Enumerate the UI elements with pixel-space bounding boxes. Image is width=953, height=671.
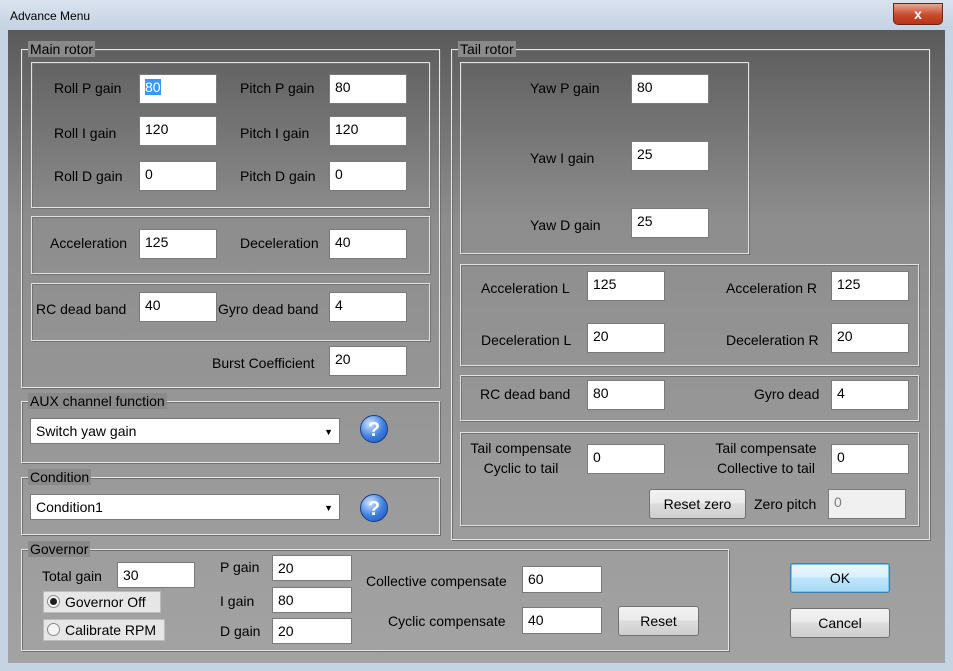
main-rotor-legend: Main rotor: [28, 41, 96, 57]
zero-pitch-label: Zero pitch: [754, 496, 817, 512]
roll-i-label: Roll I gain: [54, 125, 117, 141]
comp-collective-input[interactable]: 0: [831, 444, 909, 474]
ok-button[interactable]: OK: [790, 563, 890, 593]
condition-help-icon[interactable]: ?: [360, 494, 388, 522]
cancel-button[interactable]: Cancel: [790, 608, 890, 638]
acceleration-r-label: Acceleration R: [726, 280, 818, 296]
pitch-i-label: Pitch I gain: [240, 125, 310, 141]
tail-rc-dead-band-label: RC dead band: [480, 386, 571, 402]
gov-p-gain-label: P gain: [220, 559, 260, 575]
collective-compensate-label: Collective compensate: [366, 573, 507, 589]
calibrate-rpm-radio[interactable]: Calibrate RPM: [43, 619, 165, 641]
close-button[interactable]: x: [893, 3, 943, 25]
governor-legend: Governor: [28, 541, 91, 557]
aux-channel-select[interactable]: Switch yaw gain ▼: [30, 418, 340, 444]
acceleration-l-label: Acceleration L: [481, 280, 570, 296]
deceleration-l-input[interactable]: 20: [587, 323, 665, 353]
gov-d-gain-label: D gain: [220, 623, 261, 639]
deceleration-r-label: Deceleration R: [726, 332, 819, 348]
comp-cyclic-label-line2: Cyclic to tail: [483, 460, 559, 476]
window-frame-bottom: [0, 663, 953, 671]
cyclic-compensate-label: Cyclic compensate: [388, 613, 506, 629]
yaw-p-input[interactable]: 80: [631, 74, 709, 104]
condition-select[interactable]: Condition1 ▼: [30, 494, 340, 520]
roll-p-label: Roll P gain: [54, 80, 122, 96]
governor-reset-button[interactable]: Reset: [618, 606, 699, 636]
acceleration-input[interactable]: 125: [139, 229, 217, 259]
burst-coefficient-label: Burst Coefficient: [212, 355, 315, 371]
pitch-i-input[interactable]: 120: [329, 116, 407, 146]
window-frame-right: [945, 30, 953, 671]
rc-dead-band-input[interactable]: 40: [139, 292, 217, 322]
condition-legend: Condition: [28, 469, 92, 485]
roll-d-label: Roll D gain: [54, 168, 123, 184]
window-title: Advance Menu: [10, 9, 91, 23]
radio-unselected-icon: [47, 623, 60, 636]
rc-dead-band-label: RC dead band: [36, 301, 127, 317]
yaw-i-label: Yaw I gain: [530, 150, 595, 166]
total-gain-input[interactable]: 30: [117, 562, 195, 588]
title-bar: Advance Menu x: [0, 0, 953, 30]
aux-help-icon[interactable]: ?: [360, 415, 388, 443]
gov-i-gain-label: I gain: [220, 593, 255, 609]
acceleration-label: Acceleration: [50, 235, 128, 251]
yaw-p-label: Yaw P gain: [530, 80, 600, 96]
yaw-i-input[interactable]: 25: [631, 141, 709, 171]
gov-p-gain-input[interactable]: 20: [272, 555, 352, 581]
comp-cyclic-label-line1: Tail compensate: [470, 440, 572, 456]
comp-cyclic-input[interactable]: 0: [587, 444, 665, 474]
roll-i-input[interactable]: 120: [139, 116, 217, 146]
burst-coefficient-input[interactable]: 20: [329, 346, 407, 376]
pitch-p-label: Pitch P gain: [240, 80, 315, 96]
gov-d-gain-input[interactable]: 20: [272, 618, 352, 644]
roll-p-value: 80: [145, 79, 161, 95]
window-frame-left: [0, 30, 8, 671]
deceleration-l-label: Deceleration L: [481, 332, 572, 348]
deceleration-input[interactable]: 40: [329, 229, 407, 259]
aux-channel-value: Switch yaw gain: [36, 423, 137, 439]
tail-rc-dead-band-input[interactable]: 80: [587, 380, 665, 410]
pitch-d-input[interactable]: 0: [329, 161, 407, 191]
dropdown-arrow-icon: ▼: [324, 427, 333, 437]
gyro-dead-band-input[interactable]: 4: [329, 292, 407, 322]
aux-channel-legend: AUX channel function: [28, 393, 167, 409]
calibrate-rpm-label: Calibrate RPM: [65, 622, 157, 638]
cyclic-compensate-input[interactable]: 40: [522, 607, 602, 634]
zero-pitch-input: 0: [828, 489, 906, 519]
pitch-d-label: Pitch D gain: [240, 168, 316, 184]
yaw-d-input[interactable]: 25: [631, 208, 709, 238]
gov-i-gain-input[interactable]: 80: [272, 587, 352, 613]
pitch-p-input[interactable]: 80: [329, 74, 407, 104]
deceleration-r-input[interactable]: 20: [831, 323, 909, 353]
gyro-dead-band-label: Gyro dead band: [218, 301, 319, 317]
radio-selected-icon: [47, 595, 60, 608]
collective-compensate-input[interactable]: 60: [522, 566, 602, 593]
roll-p-input[interactable]: 80: [139, 74, 217, 104]
reset-zero-button[interactable]: Reset zero: [649, 489, 746, 519]
deceleration-label: Deceleration: [240, 235, 319, 251]
governor-off-label: Governor Off: [65, 594, 146, 610]
tail-gyro-dead-label: Gyro dead: [754, 386, 820, 402]
roll-d-input[interactable]: 0: [139, 161, 217, 191]
acceleration-l-input[interactable]: 125: [587, 271, 665, 301]
yaw-d-label: Yaw D gain: [530, 217, 601, 233]
comp-collective-label-line2: Collective to tail: [716, 460, 816, 476]
condition-value: Condition1: [36, 499, 103, 515]
governor-off-radio[interactable]: Governor Off: [43, 591, 161, 613]
tail-gyro-dead-input[interactable]: 4: [831, 380, 909, 410]
acceleration-r-input[interactable]: 125: [831, 271, 909, 301]
comp-collective-label-line1: Tail compensate: [715, 440, 817, 456]
dropdown-arrow-icon: ▼: [324, 503, 333, 513]
tail-rotor-legend: Tail rotor: [458, 41, 516, 57]
total-gain-label: Total gain: [42, 568, 102, 584]
